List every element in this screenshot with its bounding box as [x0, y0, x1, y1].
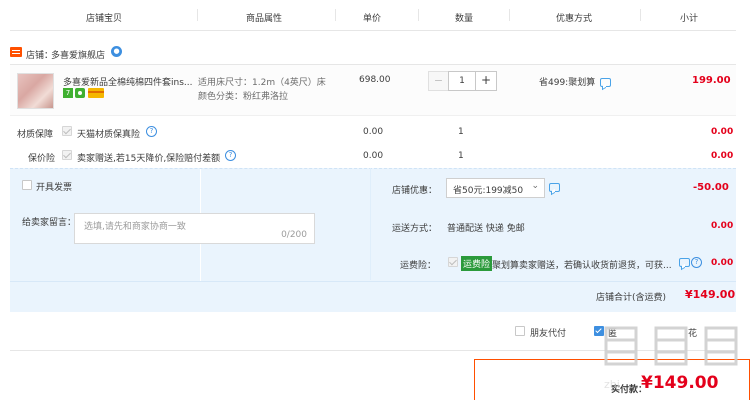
- item-subtotal: 199.00: [692, 75, 731, 86]
- service-checkbox-material[interactable]: [62, 126, 72, 136]
- col-attr-header: 商品属性: [246, 14, 283, 24]
- shop-discount-value: 省50元:199减50: [453, 186, 524, 196]
- seven-day-return-icon: 7: [63, 88, 73, 98]
- col-price-header: 单价: [363, 14, 382, 24]
- service-label-material: 材质保障: [17, 130, 54, 140]
- product-title[interactable]: 多喜爱新品全棉纯棉四件套ins...: [63, 75, 192, 88]
- shop-name[interactable]: 多喜爱旗舰店: [51, 48, 105, 61]
- freight-insurance-label: 运费险：: [400, 261, 437, 271]
- shop-label: 店铺：: [26, 51, 54, 61]
- chat-icon[interactable]: ●: [111, 46, 122, 57]
- item-discount: 省499:聚划算: [539, 78, 596, 88]
- service-price-price-protect: 0.00: [363, 151, 384, 161]
- cart-header: 店铺宝贝 商品属性 单价 数量 优惠方式 小计: [0, 0, 750, 30]
- service-subtotal-price-protect: 0.00: [711, 151, 734, 161]
- invoice-label[interactable]: 开具发票: [36, 180, 72, 193]
- help-icon[interactable]: ?: [146, 126, 157, 137]
- shop-discount-label: 店铺优惠：: [392, 186, 438, 196]
- freight-info-icon[interactable]: [679, 258, 690, 267]
- attr-size: 适用床尺寸：1.2m（4英尺）床: [198, 78, 326, 88]
- item-row: 多喜爱新品全棉纯棉四件套ins... 7 适用床尺寸：1.2m（4英尺）床 颜色…: [10, 64, 736, 116]
- shop-discount-amount: -50.00: [693, 182, 729, 193]
- attr-color: 颜色分类：粉红弗洛拉: [198, 92, 289, 102]
- service-name-material: 天猫材质保真险: [77, 130, 141, 140]
- quantity-input[interactable]: 1: [448, 71, 476, 91]
- invoice-checkbox[interactable]: [22, 180, 32, 190]
- service-subtotal-material: 0.00: [711, 127, 734, 137]
- shipping-value: 普通配送 快递 免邮: [447, 224, 525, 234]
- actual-pay-amount: ¥149.00: [641, 373, 719, 393]
- shop-icon: [10, 47, 22, 57]
- message-textarea[interactable]: 选填,请先和商家协商一致 0/200: [74, 213, 315, 244]
- increment-button[interactable]: +: [475, 71, 497, 91]
- col-qty-header: 数量: [455, 14, 474, 24]
- message-placeholder: 选填,请先和商家协商一致: [84, 222, 186, 232]
- friend-pay-checkbox[interactable]: [515, 326, 525, 336]
- shop-total-amount: ¥149.00: [685, 288, 736, 301]
- service-checkbox-price-protect[interactable]: [62, 150, 72, 160]
- service-name-price-protect: 卖家赠送,若15天降价,保险赔付差额: [77, 154, 221, 164]
- freight-insurance-checkbox[interactable]: [448, 257, 458, 267]
- service-price-material: 0.00: [363, 127, 384, 137]
- card-payment-icon: [88, 88, 104, 98]
- service-qty-material: 1: [458, 127, 464, 137]
- chevron-down-icon: ⌄: [531, 181, 539, 191]
- freight-insurance-amount: 0.00: [711, 258, 734, 268]
- shop-total-label: 店铺合计(含运费): [596, 293, 667, 303]
- help-icon[interactable]: ?: [225, 150, 236, 161]
- friend-pay-label[interactable]: 朋友代付: [530, 326, 566, 339]
- watermark-url: zhi: [604, 378, 620, 391]
- service-label-price-protect: 保价险: [28, 154, 56, 164]
- col-discount-header: 优惠方式: [556, 14, 593, 24]
- message-label: 给卖家留言：: [22, 218, 77, 228]
- unit-price: 698.00: [359, 75, 391, 85]
- col-subtotal-header: 小计: [680, 14, 699, 24]
- freight-insurance-badge: 运费险: [461, 256, 493, 271]
- discount-info-icon[interactable]: [600, 78, 611, 87]
- col-product-header: 店铺宝贝: [86, 14, 123, 24]
- shop-discount-select[interactable]: 省50元:199减50 ⌄: [446, 178, 545, 198]
- watermark-logo: [600, 322, 750, 368]
- shipping-label: 运送方式：: [392, 224, 438, 234]
- freight-insurance-text: 聚划算卖家赠送，若确认收货前退货，可获...: [492, 261, 672, 271]
- quantity-stepper[interactable]: − 1 +: [428, 71, 498, 91]
- decrement-button[interactable]: −: [428, 71, 449, 91]
- discount-info-icon[interactable]: [549, 183, 560, 192]
- help-icon[interactable]: ?: [691, 257, 702, 268]
- message-counter: 0/200: [281, 230, 307, 240]
- header-divider: [10, 30, 736, 31]
- guarantee-icon: [75, 88, 85, 98]
- service-qty-price-protect: 1: [458, 151, 464, 161]
- product-thumbnail[interactable]: [17, 73, 54, 109]
- shipping-amount: 0.00: [711, 221, 734, 231]
